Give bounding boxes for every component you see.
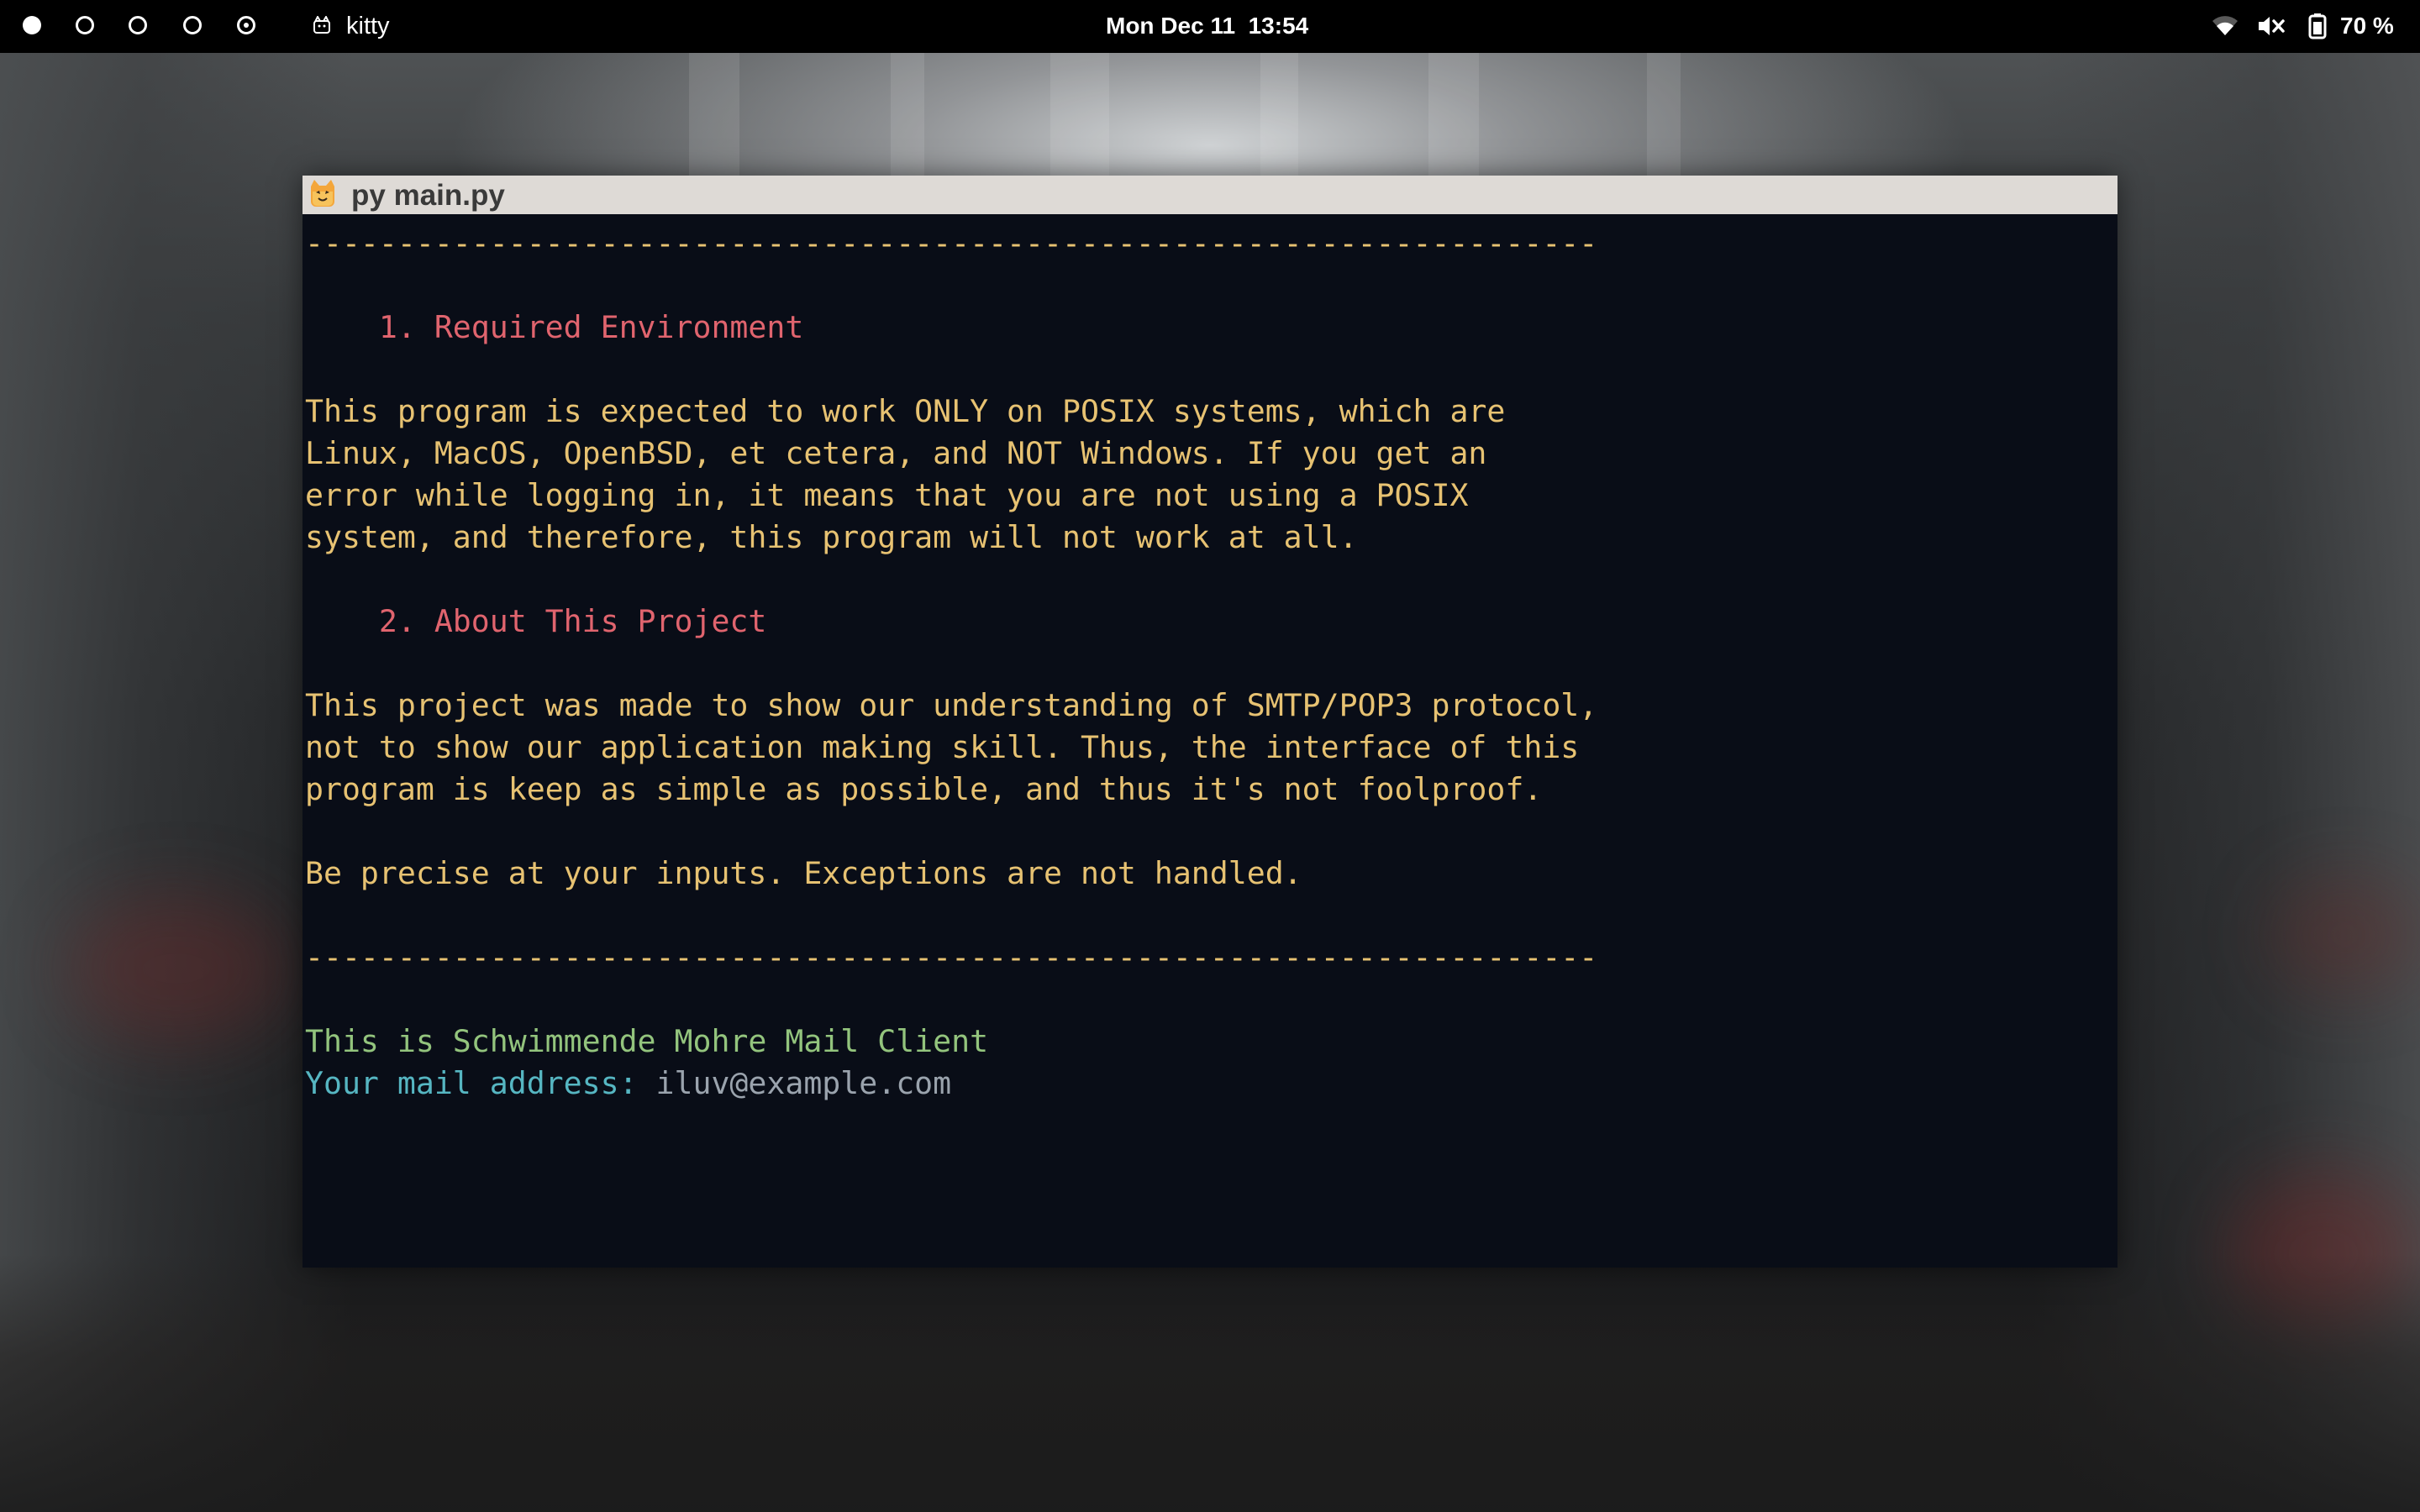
window-titlebar[interactable]: py main.py (302, 176, 2118, 214)
workspace-1-indicator[interactable] (23, 16, 41, 34)
battery-percentage[interactable]: 70 % (2340, 12, 2394, 40)
client-intro: This is Schwimmende Mohre Mail Client (305, 1023, 989, 1059)
terminal-output[interactable]: ----------------------------------------… (305, 214, 2112, 1264)
terminal-window[interactable]: py main.py -----------------------------… (302, 176, 2118, 1268)
kitty-app-icon (313, 16, 330, 34)
mail-address-input[interactable]: iluv@example.com (656, 1065, 952, 1101)
section2-heading: 2. About This Project (305, 603, 767, 639)
section1-line: error while logging in, it means that yo… (305, 477, 1469, 513)
separator-top: ----------------------------------------… (305, 225, 1598, 261)
workspace-3-indicator[interactable] (129, 16, 147, 34)
section2-line: not to show our application making skill… (305, 729, 1580, 765)
active-app-name[interactable]: kitty (346, 12, 390, 40)
separator-bottom: ----------------------------------------… (305, 939, 1598, 975)
section1-line: system, and therefore, this program will… (305, 519, 1358, 555)
section1-line: Linux, MacOS, OpenBSD, et cetera, and NO… (305, 435, 1487, 471)
warning-line: Be precise at your inputs. Exceptions ar… (305, 855, 1302, 891)
clock[interactable]: Mon Dec 11 13:54 (1106, 12, 1308, 40)
section1-line: This program is expected to work ONLY on… (305, 393, 1506, 429)
workspace-5-indicator[interactable] (237, 16, 255, 34)
volume-muted-icon[interactable] (2257, 14, 2286, 38)
workspace-2-indicator[interactable] (76, 16, 94, 34)
section2-line: program is keep as simple as possible, a… (305, 771, 1543, 807)
workspace-4-indicator[interactable] (183, 16, 202, 34)
top-panel: kitty Mon Dec 11 13:54 70 % (0, 0, 2420, 53)
section1-heading: 1. Required Environment (305, 309, 804, 345)
wifi-icon[interactable] (2212, 15, 2238, 37)
kitty-cat-icon (311, 180, 334, 207)
mail-address-prompt[interactable]: Your mail address: iluv@example.com (305, 1063, 951, 1105)
prompt-label: Your mail address: (305, 1065, 656, 1101)
window-title: py main.py (351, 179, 505, 212)
battery-icon[interactable] (2308, 13, 2327, 39)
section2-line: This project was made to show our unders… (305, 687, 1598, 723)
